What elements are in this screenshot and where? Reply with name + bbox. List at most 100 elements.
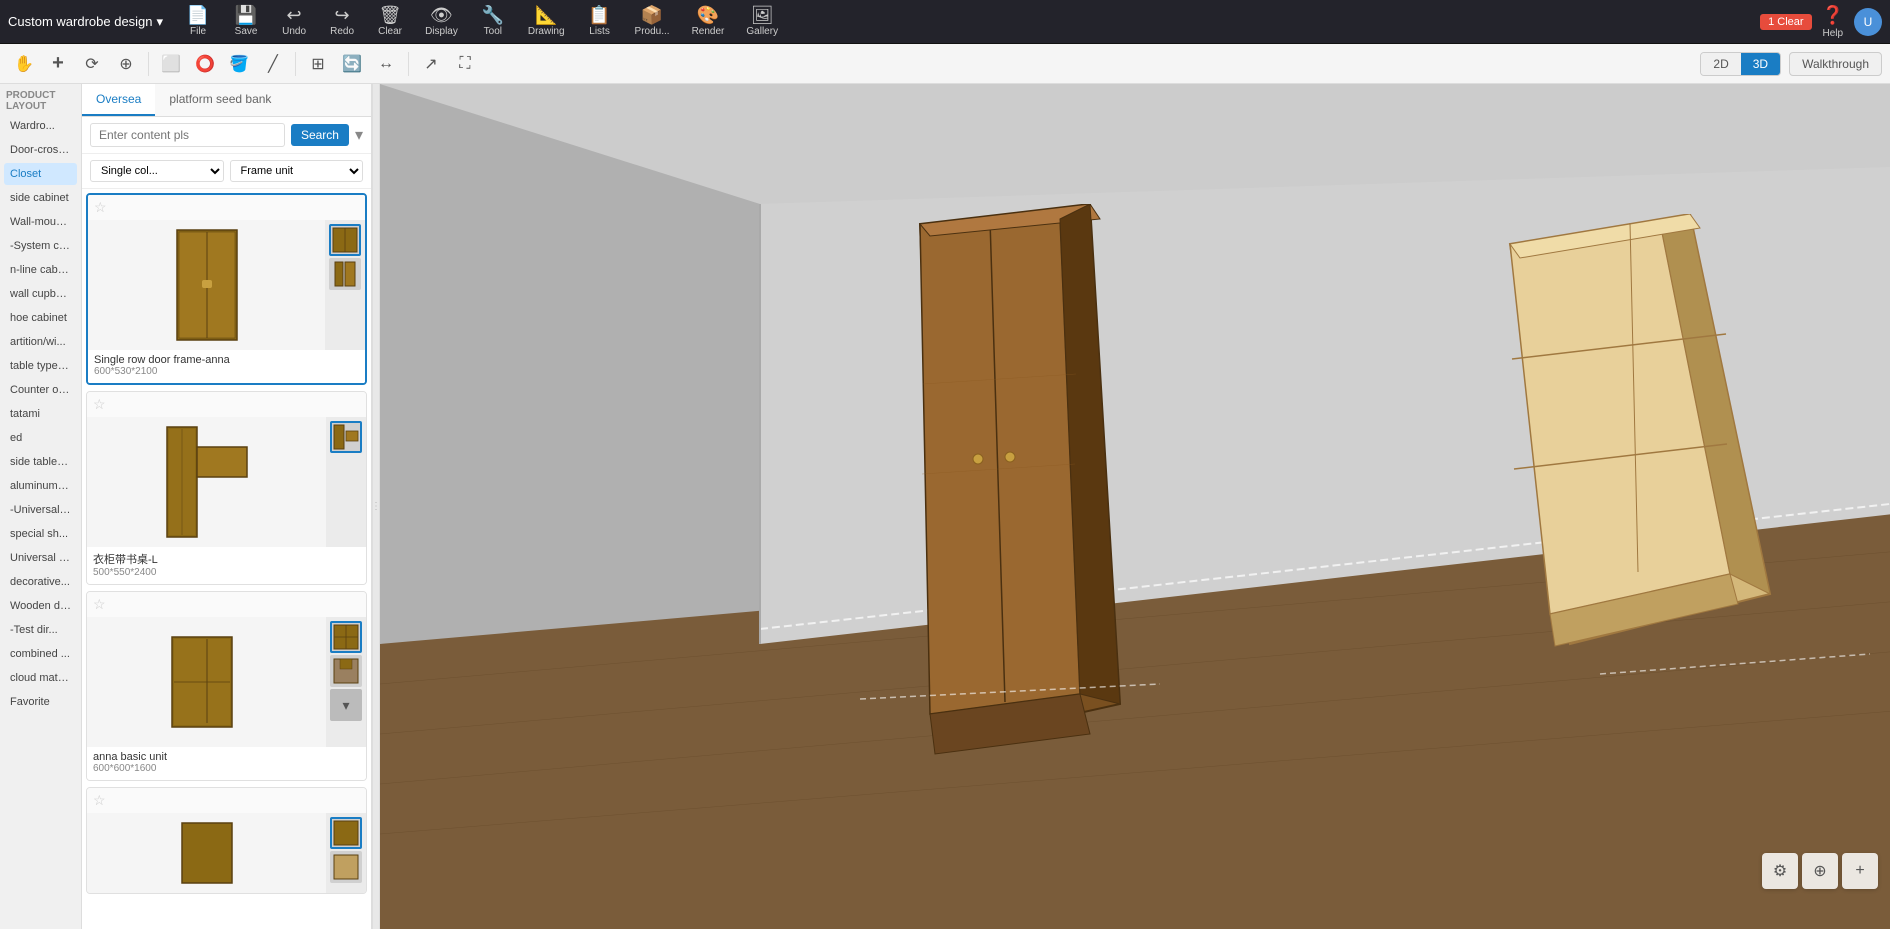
sidebar-item-decorative[interactable]: decorative... (4, 571, 77, 593)
lists-label: Lists (589, 26, 610, 37)
tool-save[interactable]: 💾 Save (223, 2, 269, 41)
tool-line[interactable]: ╱ (257, 48, 289, 80)
tool-clear[interactable]: 🗑 Clear (367, 2, 413, 41)
redo-label: Redo (330, 26, 354, 37)
tool-undo[interactable]: ↩ Undo (271, 2, 317, 41)
catalog-search-area: Search ▾ (82, 117, 371, 154)
star-icon-4[interactable]: ☆ (93, 792, 106, 809)
sidebar-item-universal-ca[interactable]: -Universal ca... (4, 499, 77, 521)
right-mini-panel: ⚙ ⊕ + (1762, 853, 1878, 889)
star-icon-1[interactable]: ☆ (94, 199, 107, 216)
tab-oversea[interactable]: Oversea (82, 84, 155, 116)
view-2d-button[interactable]: 2D (1701, 53, 1740, 75)
variant-thumb-2a[interactable] (330, 421, 362, 453)
tool-orbit[interactable]: ⟳ (76, 48, 108, 80)
tool-file[interactable]: 📄 File (175, 2, 221, 41)
sidebar-item-wooden-door[interactable]: Wooden door (4, 595, 77, 617)
tool-fullscreen[interactable]: ⛶ (449, 48, 481, 80)
tool-snap[interactable]: ⊕ (110, 48, 142, 80)
color-filter-select[interactable]: Single col... (90, 160, 224, 182)
tool-mirror[interactable]: ↔ (370, 48, 402, 80)
sidebar-item-counter[interactable]: Counter on t... (4, 379, 77, 401)
tool-grid[interactable]: ⊞ (302, 48, 334, 80)
item2-name: 衣柜带书桌-L (93, 551, 360, 567)
tool-gallery[interactable]: 🖼 Gallery (736, 2, 788, 41)
clear-badge[interactable]: 1 Clear (1760, 14, 1811, 30)
tool-export[interactable]: ↗ (415, 48, 447, 80)
variant-thumb-3down[interactable]: ▾ (330, 689, 362, 721)
sidebar-item-side-table[interactable]: side table o... (4, 451, 77, 473)
variant-3a-svg (332, 623, 360, 651)
catalog-item-3[interactable]: ☆ (86, 591, 367, 781)
catalog-item-3-variants: ▾ (326, 617, 366, 747)
sidebar-item-side-cabinet[interactable]: side cabinet (4, 187, 77, 209)
tool-render[interactable]: 🎨 Render (682, 2, 735, 41)
sidebar-item-artition[interactable]: artition/wi... (4, 331, 77, 353)
tab-platform-seed[interactable]: platform seed bank (155, 84, 285, 116)
item3-svg (167, 632, 247, 732)
help-button[interactable]: ❓ Help (1814, 1, 1852, 43)
sidebar-item-hoe-cabinet[interactable]: hoe cabinet (4, 307, 77, 329)
catalog-item-2-img (87, 417, 326, 547)
tool-add[interactable]: + (42, 48, 74, 80)
sidebar-item-aluminum[interactable]: aluminum fra... (4, 475, 77, 497)
search-input[interactable] (90, 123, 285, 147)
sidebar-item-test-dir[interactable]: -Test dir... (4, 619, 77, 641)
unit-filter-select[interactable]: Frame unit (230, 160, 364, 182)
tool-produ[interactable]: 📦 Produ... (625, 2, 680, 41)
mini-btn-layers[interactable]: ⊕ (1802, 853, 1838, 889)
sidebar-item-cloud-material[interactable]: cloud material (4, 667, 77, 689)
catalog-item-2[interactable]: ☆ (86, 391, 367, 585)
tool-fill[interactable]: 🪣 (223, 48, 255, 80)
mini-btn-plus[interactable]: + (1842, 853, 1878, 889)
sidebar-item-wardro[interactable]: Wardro... (4, 115, 77, 137)
sidebar-item-tatami[interactable]: tatami (4, 403, 77, 425)
render-label: Render (692, 26, 725, 37)
sidebar-item-n-line-cabinet[interactable]: n-line cabinet (4, 259, 77, 281)
tool-tool[interactable]: 🔧 Tool (470, 2, 516, 41)
tool-display[interactable]: 👁 Display (415, 2, 468, 41)
sidebar-item-table-type[interactable]: table type/tab... (4, 355, 77, 377)
sidebar-item-combined[interactable]: combined ... (4, 643, 77, 665)
search-button[interactable]: Search (291, 124, 349, 146)
variant-thumb-4b[interactable] (330, 851, 362, 883)
variant-thumb-3b[interactable] (330, 655, 362, 687)
catalog-item-2-info: 衣柜带书桌-L 500*550*2400 (87, 547, 366, 584)
sidebar-item-universal-t[interactable]: Universal t... (4, 547, 77, 569)
mini-btn-settings[interactable]: ⚙ (1762, 853, 1798, 889)
sidebar-item-wall-cupboard[interactable]: wall cupboard (4, 283, 77, 305)
variant-thumb-1b[interactable] (329, 258, 361, 290)
tool-lists[interactable]: 📋 Lists (577, 2, 623, 41)
sidebar-item-ed[interactable]: ed (4, 427, 77, 449)
tool-redo[interactable]: ↪ Redo (319, 2, 365, 41)
separator-2 (295, 52, 296, 76)
tool-rotate2[interactable]: 🔄 (336, 48, 368, 80)
variant-thumb-1a[interactable] (329, 224, 361, 256)
sidebar-item-door-crossing[interactable]: Door-crossi... (4, 139, 77, 161)
sidebar-item-closet[interactable]: Closet (4, 163, 77, 185)
tool-arc[interactable]: ⭕ (189, 48, 221, 80)
sidebar-item-favorite[interactable]: Favorite (4, 691, 77, 713)
tool-rect[interactable]: ⬜ (155, 48, 187, 80)
viewport-3d[interactable]: ⚙ ⊕ + (380, 84, 1890, 929)
user-avatar[interactable]: U (1854, 8, 1882, 36)
star-icon-2[interactable]: ☆ (93, 396, 106, 413)
filter-icon[interactable]: ▾ (355, 125, 363, 145)
star-icon-3[interactable]: ☆ (93, 596, 106, 613)
variant-thumb-4a[interactable] (330, 817, 362, 849)
view-3d-button[interactable]: 3D (1741, 53, 1780, 75)
sidebar-item-special[interactable]: special sh... (4, 523, 77, 545)
catalog-item-4-img (87, 813, 326, 893)
walkthrough-button[interactable]: Walkthrough (1789, 52, 1882, 76)
variant-4b-svg (332, 853, 360, 881)
catalog-item-4[interactable]: ☆ (86, 787, 367, 894)
variant-thumb-3a[interactable] (330, 621, 362, 653)
variant-4a-svg (332, 819, 360, 847)
catalog-tabs: Oversea platform seed bank (82, 84, 371, 117)
sidebar-item-system-cabi[interactable]: -System cabi... (4, 235, 77, 257)
resize-handle[interactable]: ⋮ (372, 84, 380, 929)
sidebar-item-wall-mount[interactable]: Wall-mount... (4, 211, 77, 233)
tool-pan[interactable]: ✋ (8, 48, 40, 80)
catalog-item-1[interactable]: ☆ (86, 193, 367, 385)
tool-drawing[interactable]: 📐 Drawing (518, 2, 575, 41)
